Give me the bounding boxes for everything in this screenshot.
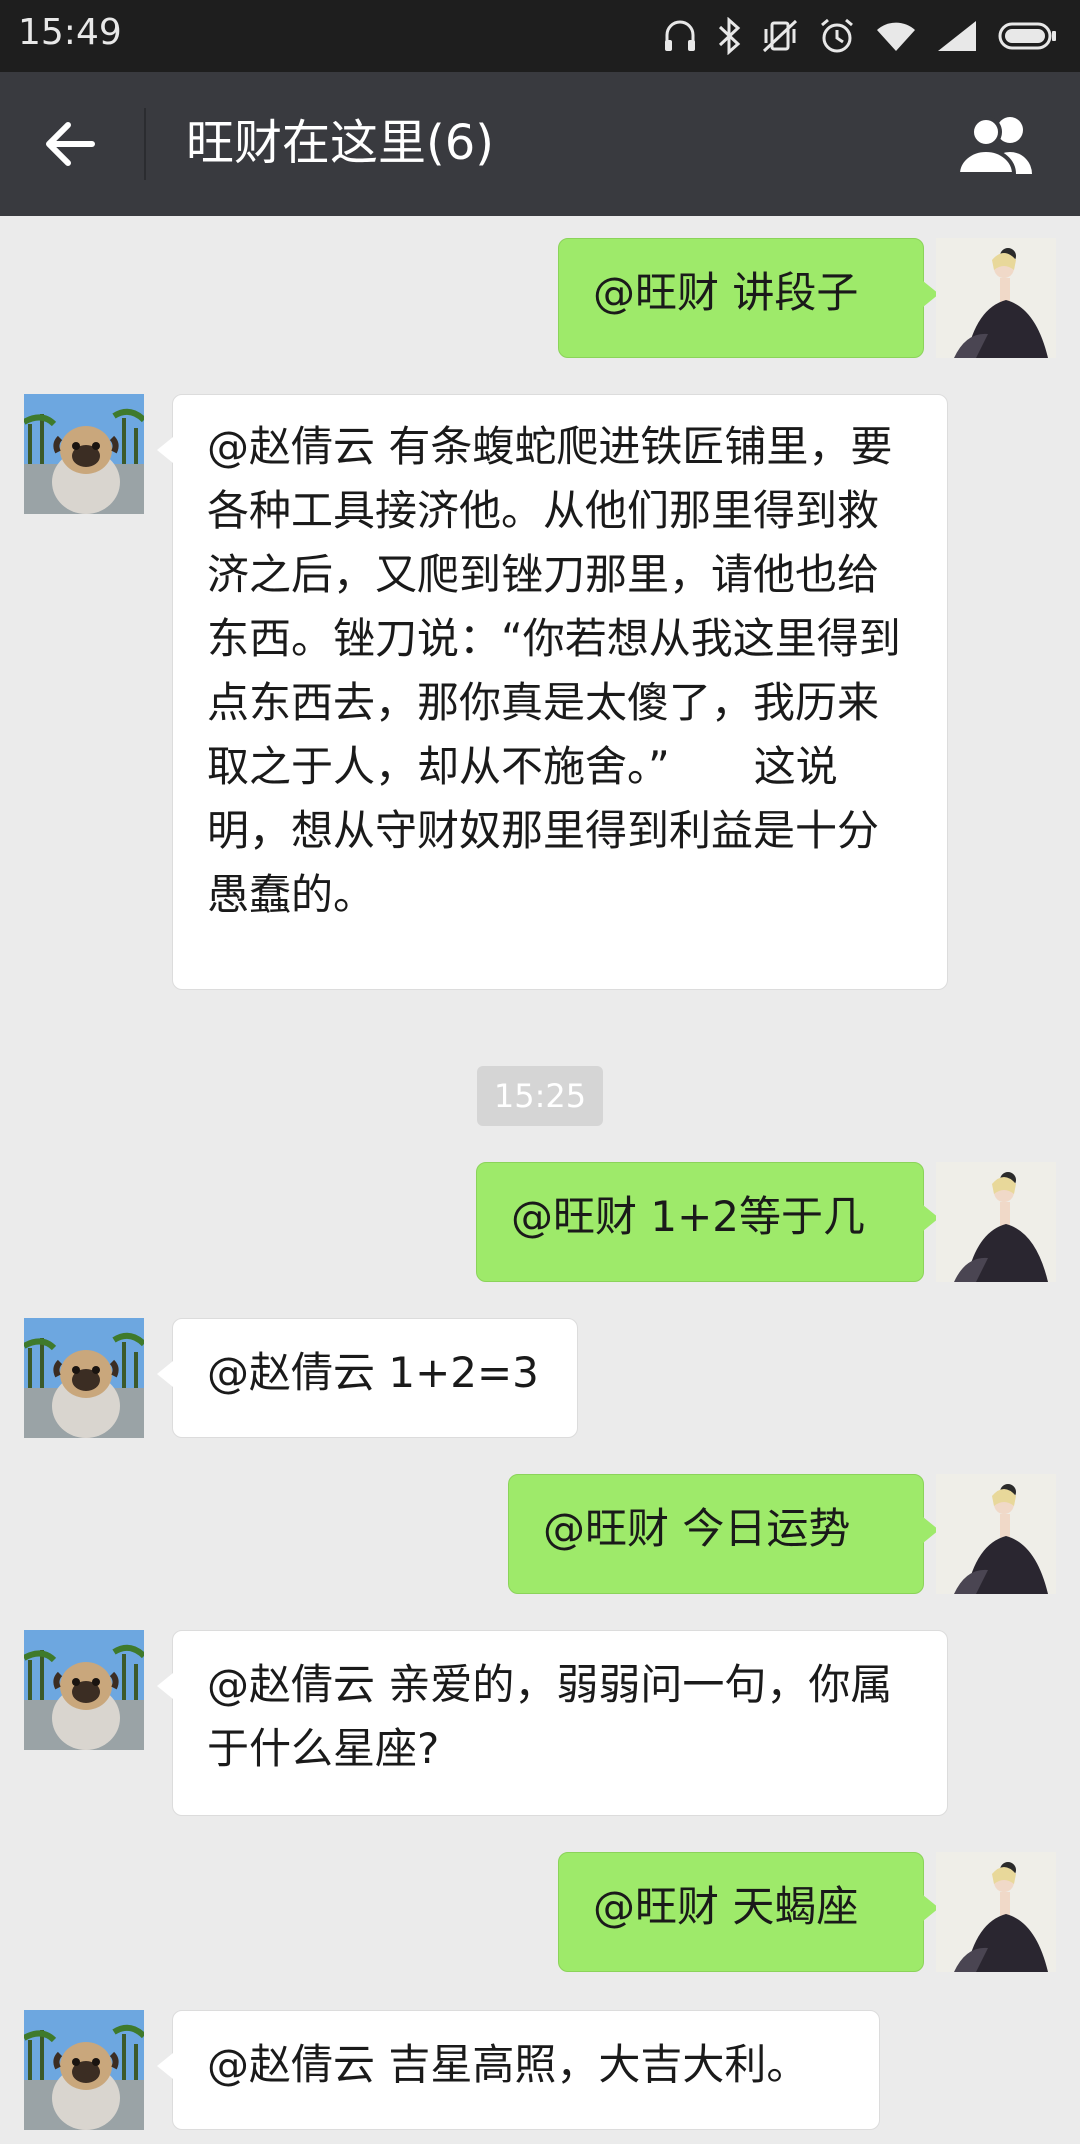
- back-arrow-icon: [40, 122, 100, 178]
- time-separator: 15:25: [477, 1066, 603, 1126]
- group-members-button[interactable]: [954, 112, 1042, 176]
- vibrate-off-icon: [760, 17, 800, 55]
- message-text: @赵倩云 亲爱的，弱弱问一句，你属于什么星座?: [207, 1660, 893, 1773]
- bot-avatar[interactable]: [24, 1318, 144, 1438]
- chat-header: 旺财在这里(6): [0, 72, 1080, 216]
- message-text: @赵倩云 有条蝮蛇爬进铁匠铺里，要各种工具接济他。从他们那里得到救济之后，又爬到…: [207, 422, 901, 919]
- bluetooth-icon: [716, 17, 742, 55]
- incoming-message-bubble[interactable]: @赵倩云 1+2=3: [157, 1318, 578, 1438]
- group-members-icon: [954, 116, 1042, 180]
- bot-avatar[interactable]: [24, 1630, 144, 1750]
- signal-icon: [936, 19, 980, 53]
- my-avatar[interactable]: [936, 1852, 1056, 1972]
- chat-message-list[interactable]: @旺财 讲段子 @赵倩云 有条蝮蛇爬进铁匠铺里，要各种工具接济他。从他们那里得到…: [0, 216, 1080, 2144]
- message-text: @旺财 讲段子: [593, 268, 859, 317]
- my-avatar[interactable]: [936, 238, 1056, 358]
- battery-icon: [998, 21, 1058, 51]
- status-bar: 15:49: [0, 0, 1080, 72]
- chat-title: 旺财在这里(6): [186, 115, 494, 171]
- outgoing-message-bubble[interactable]: @旺财 1+2等于几: [476, 1162, 939, 1282]
- message-text: @旺财 1+2等于几: [511, 1192, 865, 1241]
- incoming-message-bubble[interactable]: @赵倩云 亲爱的，弱弱问一句，你属于什么星座?: [157, 1630, 948, 1816]
- message-text: @赵倩云 1+2=3: [207, 1348, 539, 1397]
- alarm-icon: [818, 17, 856, 55]
- message-text: @旺财 天蝎座: [593, 1882, 859, 1931]
- my-avatar[interactable]: [936, 1474, 1056, 1594]
- wifi-icon: [874, 19, 918, 53]
- headset-icon: [662, 18, 698, 54]
- bot-avatar[interactable]: [24, 394, 144, 514]
- outgoing-message-bubble[interactable]: @旺财 讲段子: [558, 238, 939, 358]
- my-avatar[interactable]: [936, 1162, 1056, 1282]
- outgoing-message-bubble[interactable]: @旺财 今日运势: [508, 1474, 939, 1594]
- incoming-message-bubble[interactable]: @赵倩云 有条蝮蛇爬进铁匠铺里，要各种工具接济他。从他们那里得到救济之后，又爬到…: [157, 394, 948, 990]
- incoming-message-bubble[interactable]: @赵倩云 吉星高照，大吉大利。: [157, 2010, 880, 2130]
- header-divider: [144, 108, 146, 180]
- status-icons: [662, 14, 1058, 58]
- status-time: 15:49: [18, 12, 122, 53]
- message-text: @旺财 今日运势: [543, 1504, 851, 1553]
- message-text: @赵倩云 吉星高照，大吉大利。: [207, 2040, 809, 2089]
- bot-avatar[interactable]: [24, 2010, 144, 2130]
- outgoing-message-bubble[interactable]: @旺财 天蝎座: [558, 1852, 939, 1972]
- back-button[interactable]: [40, 114, 110, 174]
